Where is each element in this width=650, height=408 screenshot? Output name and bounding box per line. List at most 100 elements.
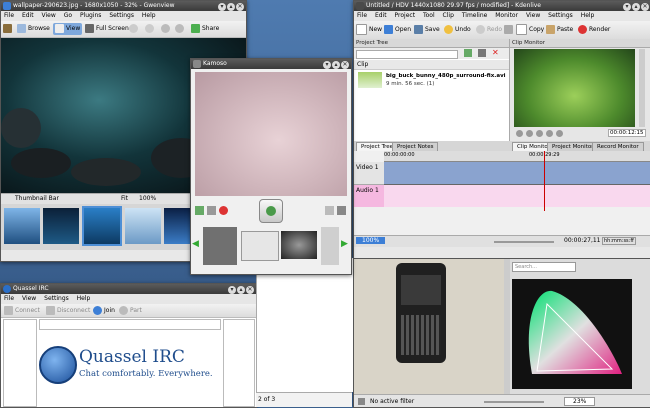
monitor-scrollbar[interactable] — [639, 49, 645, 127]
gallery-thumbnail[interactable] — [203, 227, 237, 265]
settings-icon[interactable] — [325, 206, 334, 215]
timeline-timecode[interactable]: 00:00:27,11 — [564, 237, 601, 244]
minimize-icon[interactable]: ▾ — [623, 3, 631, 11]
gamut-chart[interactable] — [512, 279, 632, 389]
menu-settings[interactable]: Settings — [44, 295, 69, 302]
menu-file[interactable]: File — [357, 12, 367, 19]
maximize-icon[interactable]: ▴ — [237, 286, 245, 294]
delete-clip-icon[interactable]: ✕ — [492, 49, 499, 57]
menu-timeline[interactable]: Timeline — [462, 12, 488, 19]
next-button[interactable] — [145, 23, 156, 35]
menu-file[interactable]: File — [4, 295, 14, 302]
thumbnail-bar-label[interactable]: Thumbnail Bar — [15, 195, 59, 202]
part-button[interactable]: Part — [119, 305, 142, 317]
search-field[interactable] — [356, 50, 458, 59]
gwenview-titlebar[interactable]: wallpaper-290623.jpg - 1680x1050 - 32% -… — [1, 1, 246, 11]
next-icon[interactable]: ▶ — [341, 239, 348, 249]
clip-row[interactable]: big_buck_bunny_480p_surround-fix.avi 9 m… — [354, 70, 509, 90]
minimize-icon[interactable]: ▾ — [323, 61, 331, 69]
playhead[interactable] — [544, 151, 545, 211]
close-icon[interactable]: ✕ — [641, 3, 649, 11]
rotate-right-button[interactable] — [175, 23, 186, 35]
zoom-slider[interactable] — [494, 241, 554, 243]
menu-file[interactable]: File — [4, 12, 14, 19]
share-button[interactable]: Share — [191, 23, 219, 35]
burst-mode-icon[interactable] — [207, 206, 216, 215]
menu-tool[interactable]: Tool — [423, 12, 435, 19]
menu-view[interactable]: View — [42, 12, 56, 19]
nick-list[interactable] — [223, 319, 255, 407]
zoom-level[interactable]: 100% — [356, 237, 386, 244]
forward-icon[interactable] — [546, 130, 553, 137]
audio-track[interactable] — [384, 185, 650, 207]
menu-help[interactable]: Help — [581, 12, 595, 19]
monitor-timecode[interactable]: 00:00:12:15 — [608, 129, 646, 137]
thumbnail[interactable] — [84, 208, 120, 244]
zoom-value[interactable]: 100% — [139, 195, 156, 202]
timeline-ruler[interactable]: 00:00:00:00 00:00:29:29 — [384, 151, 650, 162]
menu-go[interactable]: Go — [64, 12, 72, 19]
copy-button[interactable]: Copy — [516, 24, 544, 36]
previous-icon[interactable]: ◀ — [192, 239, 199, 249]
open-button[interactable]: Open — [384, 24, 411, 36]
rotate-left-button[interactable] — [161, 23, 172, 35]
disconnect-button[interactable]: Disconnect — [46, 305, 90, 317]
topic-bar[interactable] — [39, 319, 221, 330]
timecode-format[interactable]: hh:mm:ss:ff — [602, 237, 636, 245]
new-button[interactable]: New — [356, 24, 382, 36]
search-input[interactable]: Search... — [512, 262, 576, 272]
maximize-icon[interactable]: ▴ — [332, 61, 340, 69]
menu-project[interactable]: Project — [395, 12, 416, 19]
minimize-icon[interactable]: ▾ — [228, 286, 236, 294]
thumbnail[interactable] — [4, 208, 40, 244]
monitor-video[interactable] — [514, 49, 635, 127]
menu-view[interactable]: View — [526, 12, 540, 19]
quassel-titlebar[interactable]: Quassel IRC ▾ ▴ ✕ — [1, 284, 256, 294]
take-photo-button[interactable] — [259, 199, 283, 223]
menu-settings[interactable]: Settings — [548, 12, 573, 19]
thumbnail[interactable] — [43, 208, 79, 244]
close-icon[interactable]: ✕ — [341, 61, 349, 69]
minimize-icon[interactable]: ▾ — [218, 3, 226, 11]
menu-view[interactable]: View — [22, 295, 36, 302]
browse-button[interactable]: Browse — [17, 23, 50, 35]
gallery-thumbnail[interactable] — [321, 227, 339, 265]
close-icon[interactable]: ✕ — [246, 286, 254, 294]
paste-button[interactable]: Paste — [546, 24, 573, 36]
save-button[interactable]: Save — [414, 24, 440, 36]
undo-button[interactable]: Undo — [444, 24, 471, 36]
play-icon[interactable] — [516, 130, 523, 137]
video-clip[interactable] — [384, 162, 650, 185]
webcam-view[interactable] — [195, 72, 347, 196]
track-header-audio[interactable]: Audio 1 — [354, 185, 384, 207]
gallery-thumbnail[interactable] — [241, 231, 279, 261]
home-button[interactable] — [3, 23, 14, 35]
menu-edit[interactable]: Edit — [22, 12, 34, 19]
menu-help[interactable]: Help — [142, 12, 156, 19]
connect-button[interactable]: Connect — [4, 305, 40, 317]
wand-icon[interactable] — [337, 206, 346, 215]
zoom-slider[interactable] — [484, 401, 544, 403]
fit-button[interactable]: Fit — [121, 195, 128, 202]
redo-button[interactable]: Redo — [476, 24, 502, 36]
maximize-icon[interactable]: ▴ — [632, 3, 640, 11]
edit-clip-icon[interactable] — [478, 49, 486, 57]
stop-icon[interactable] — [536, 130, 543, 137]
maximize-icon[interactable]: ▴ — [227, 3, 235, 11]
channel-list[interactable] — [3, 319, 37, 407]
zoom-select[interactable]: 23% — [564, 397, 596, 406]
tab-project-monitor[interactable]: Project Monitor — [547, 142, 599, 151]
kdenlive-titlebar[interactable]: Untitled / HDV 1440x1080 29.97 fps / mod… — [354, 1, 650, 11]
menu-clip[interactable]: Clip — [443, 12, 454, 19]
thumbnail[interactable] — [125, 208, 161, 244]
photo-mode-icon[interactable] — [195, 206, 204, 215]
menu-monitor[interactable]: Monitor — [495, 12, 518, 19]
add-clip-icon[interactable] — [464, 49, 472, 57]
cut-button[interactable] — [504, 24, 515, 36]
menu-plugins[interactable]: Plugins — [80, 12, 102, 19]
fullscreen-button[interactable]: Full Screen — [85, 23, 129, 35]
menu-settings[interactable]: Settings — [109, 12, 134, 19]
loop-icon[interactable] — [556, 130, 563, 137]
view-button[interactable]: View — [53, 23, 83, 35]
phone-photo[interactable] — [354, 259, 504, 394]
